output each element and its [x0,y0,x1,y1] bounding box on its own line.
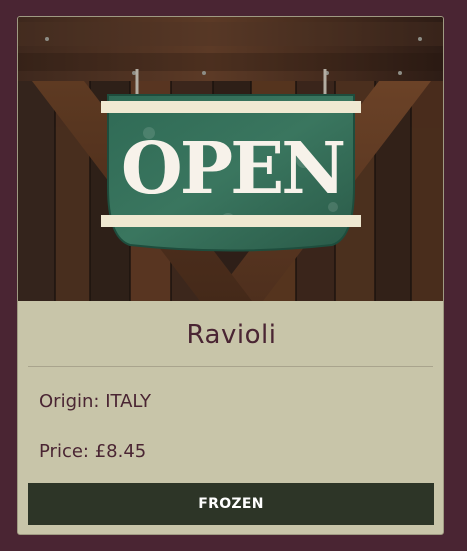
product-title: Ravioli [186,320,277,350]
origin-row: Origin: ITALY [39,391,151,412]
price-row: Price: £8.45 [39,441,146,462]
price-label: Price: [39,441,89,462]
origin-label: Origin: [39,391,100,412]
frozen-button[interactable]: FROZEN [28,483,434,525]
title-divider [28,366,433,367]
origin-value: ITALY [105,391,152,412]
product-card: OPEN Ravioli Origin: ITALY Price: £8.45 … [17,16,444,535]
sign-text: OPEN [121,126,344,210]
product-image: OPEN [18,17,443,301]
price-value: £8.45 [94,441,147,462]
